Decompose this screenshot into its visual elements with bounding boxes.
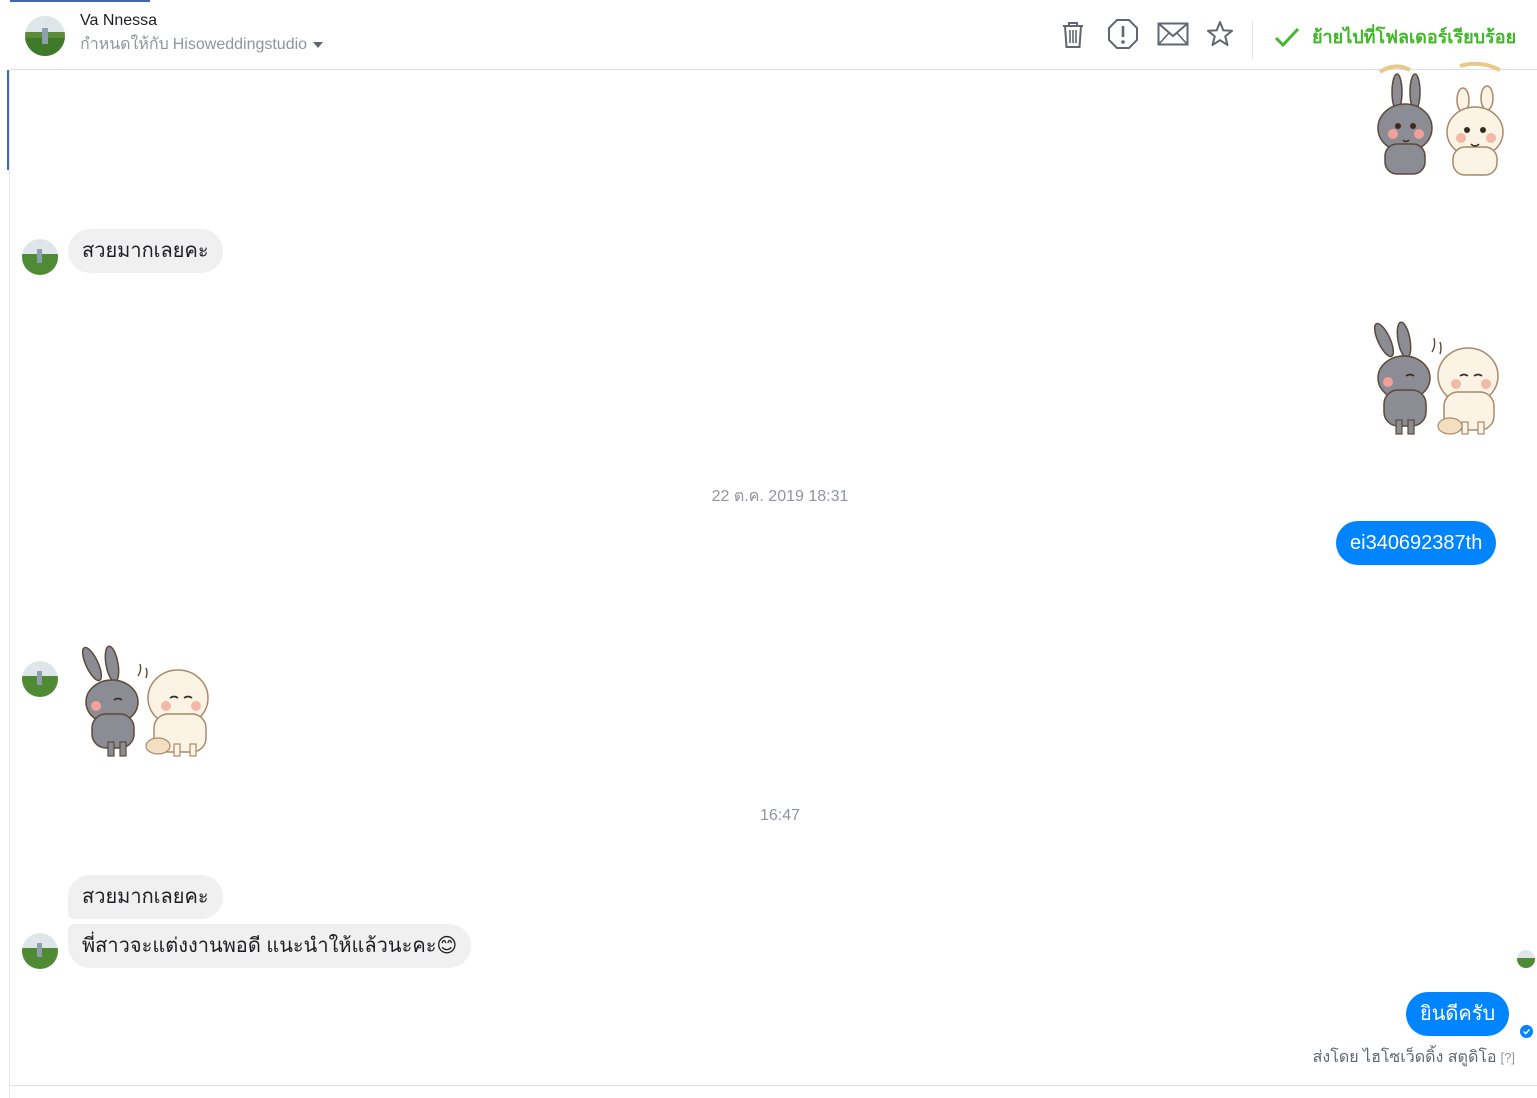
outgoing-message[interactable]: ยินดีครับ — [1406, 992, 1510, 1036]
sticker-rabbits-shy-incoming[interactable] — [70, 642, 220, 762]
star-button[interactable] — [1204, 18, 1236, 50]
delivered-check-icon — [1520, 1025, 1533, 1038]
move-to-done-label: ย้ายไปที่โฟลเดอร์เรียบร้อย — [1312, 27, 1517, 47]
sticker-rabbits-crying[interactable] — [1365, 62, 1515, 177]
header-divider — [1252, 20, 1253, 60]
sent-by-help-link[interactable]: [?] — [1501, 1050, 1515, 1065]
incoming-message[interactable]: พี่สาวจะแต่งงานพอดี แนะนำให้แล้วนะคะ😊 — [68, 924, 472, 968]
mark-unread-button[interactable] — [1157, 18, 1189, 50]
sent-by-text: ส่งโดย ไฮโซเว็ดดิ้ง สตูดิโอ — [1312, 1049, 1497, 1066]
left-border — [9, 70, 10, 1098]
contact-name[interactable]: Va Nnessa — [80, 12, 157, 30]
incoming-message[interactable]: สวยมากเลยคะ — [68, 875, 223, 919]
spam-icon — [1108, 19, 1138, 49]
star-icon — [1207, 21, 1233, 46]
assign-dropdown[interactable]: กำหนดให้กับ Hisoweddingstudio — [80, 32, 324, 57]
trash-button[interactable] — [1057, 18, 1089, 50]
assign-prefix: กำหนดให้กับ — [80, 36, 169, 53]
chevron-down-icon — [313, 41, 324, 48]
sender-avatar[interactable] — [22, 239, 58, 275]
checkmark-icon — [1274, 27, 1300, 47]
composer-divider — [10, 1085, 1537, 1086]
conversation-header: Va Nnessa กำหนดให้กับ Hisoweddingstudio — [10, 2, 1537, 70]
outgoing-message[interactable]: ei340692387th — [1336, 521, 1497, 565]
assign-page-name: Hisoweddingstudio — [172, 35, 308, 53]
sender-avatar[interactable] — [22, 933, 58, 969]
mark-unread-icon — [1157, 22, 1189, 46]
sender-avatar[interactable] — [22, 661, 58, 697]
conversation-timestamp: 16:47 — [759, 807, 801, 824]
spam-button[interactable] — [1107, 18, 1139, 50]
sticker-rabbits-shy[interactable] — [1362, 318, 1512, 440]
seen-avatar — [1517, 950, 1535, 968]
conversation-timestamp: 22 ต.ค. 2019 18:31 — [711, 488, 849, 505]
sent-by-label: ส่งโดย ไฮโซเว็ดดิ้ง สตูดิโอ [?] — [1313, 1045, 1515, 1070]
incoming-message[interactable]: สวยมากเลยคะ — [68, 229, 223, 273]
move-to-done-button[interactable]: ย้ายไปที่โฟลเดอร์เรียบร้อย — [1274, 22, 1516, 51]
contact-avatar[interactable] — [25, 16, 65, 56]
trash-icon — [1063, 22, 1083, 48]
